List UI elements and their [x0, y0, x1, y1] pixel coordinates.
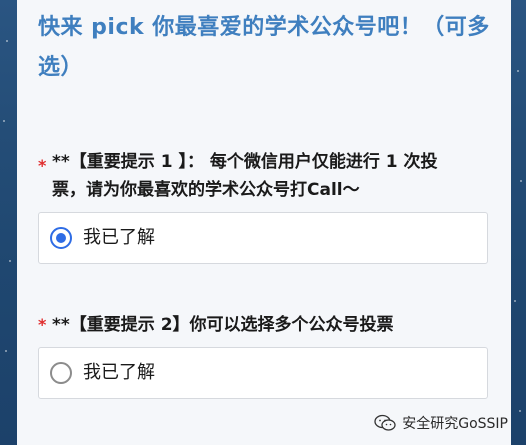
question-2: * **【重要提示 2】你可以选择多个公众号投票 我已了解 [38, 311, 498, 399]
radio-selected-icon[interactable] [50, 227, 72, 249]
option-label: 我已了解 [83, 362, 155, 383]
survey-card: 快来 pick 你最喜爱的学术公众号吧！（可多选） * **【重要提示 1 】：… [17, 0, 511, 445]
watermark: 安全研究GoSSIP [374, 413, 508, 433]
radio-unselected-icon[interactable] [50, 362, 72, 384]
question-text: **【重要提示 2】你可以选择多个公众号投票 [52, 315, 394, 335]
question-text: **【重要提示 1 】： 每个微信用户仅能进行 1 次投 [52, 152, 438, 172]
option-acknowledge-2[interactable]: 我已了解 [38, 347, 488, 399]
wechat-icon [374, 414, 396, 431]
option-label: 我已了解 [83, 227, 155, 248]
survey-title: 快来 pick 你最喜爱的学术公众号吧！（可多选） [38, 15, 490, 80]
question-1: * **【重要提示 1 】： 每个微信用户仅能进行 1 次投 票，请为你最喜欢的… [38, 148, 498, 264]
option-acknowledge-1[interactable]: 我已了解 [38, 212, 488, 264]
watermark-text: 安全研究GoSSIP [402, 416, 508, 432]
question-text-continued: 票，请为你最喜欢的学术公众号打Call～ [52, 180, 360, 200]
